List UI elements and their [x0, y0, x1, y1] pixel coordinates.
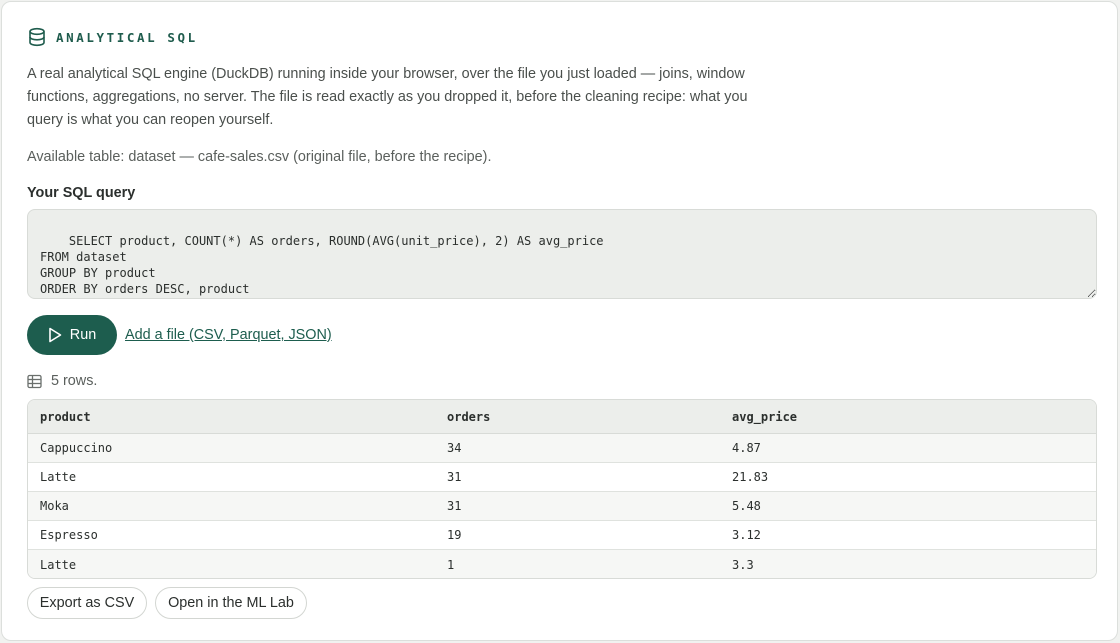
cell-orders: 31 [447, 499, 462, 513]
cell-product: Espresso [40, 528, 98, 542]
rows-summary: 5 rows. [27, 372, 97, 390]
results-table-header: product orders avg_price [28, 400, 1096, 434]
column-header-orders: orders [447, 409, 491, 424]
cell-orders: 34 [447, 441, 462, 455]
cell-avg-price: 5.48 [732, 499, 761, 513]
cell-product: Moka [40, 499, 69, 513]
table-row: Latte 31 21.83 [28, 463, 1096, 492]
analytical-sql-card: ANALYTICAL SQL A real analytical SQL eng… [1, 1, 1118, 641]
table-row: Latte 1 3.3 [28, 550, 1096, 578]
section-title: ANALYTICAL SQL [56, 29, 198, 45]
sql-query-editor[interactable]: SELECT product, COUNT(*) AS orders, ROUN… [27, 209, 1097, 299]
add-file-link[interactable]: Add a file (CSV, Parquet, JSON) [125, 326, 332, 344]
column-header-avg-price: avg_price [732, 409, 798, 424]
rows-count-text: 5 rows. [51, 373, 98, 389]
run-button[interactable]: Run [27, 315, 117, 355]
run-button-label: Run [69, 327, 97, 343]
available-table-note: Available table: dataset — cafe-sales.cs… [27, 149, 492, 165]
results-table: product orders avg_price Cappuccino 34 4… [27, 399, 1097, 579]
cell-avg-price: 3.3 [732, 557, 754, 572]
cell-product: Latte [40, 470, 77, 484]
section-description: A real analytical SQL engine (DuckDB) ru… [27, 66, 748, 128]
cell-orders: 1 [447, 557, 455, 572]
cell-avg-price: 3.12 [732, 528, 761, 542]
results-table-body: Cappuccino 34 4.87 Latte 31 21.83 Moka 3… [28, 434, 1096, 578]
cell-product: Cappuccino [40, 441, 113, 455]
table-row: Moka 31 5.48 [28, 492, 1096, 521]
open-ml-lab-button[interactable]: Open in the ML Lab [155, 587, 307, 619]
database-icon [27, 27, 47, 47]
cell-orders: 31 [447, 470, 462, 484]
section-header: ANALYTICAL SQL [27, 27, 198, 47]
export-csv-button[interactable]: Export as CSV [27, 587, 147, 619]
sql-query-text[interactable]: SELECT product, COUNT(*) AS orders, ROUN… [40, 234, 604, 298]
cell-product: Latte [40, 557, 77, 572]
table-row: Espresso 19 3.12 [28, 521, 1096, 550]
cell-orders: 19 [447, 528, 462, 542]
cell-avg-price: 21.83 [732, 470, 769, 484]
table-icon [27, 374, 42, 389]
play-icon [48, 327, 62, 343]
sql-query-label: Your SQL query [27, 185, 136, 201]
resize-grip-icon[interactable] [1084, 286, 1093, 295]
cell-avg-price: 4.87 [732, 441, 761, 455]
table-row: Cappuccino 34 4.87 [28, 434, 1096, 463]
column-header-product: product [40, 409, 91, 424]
